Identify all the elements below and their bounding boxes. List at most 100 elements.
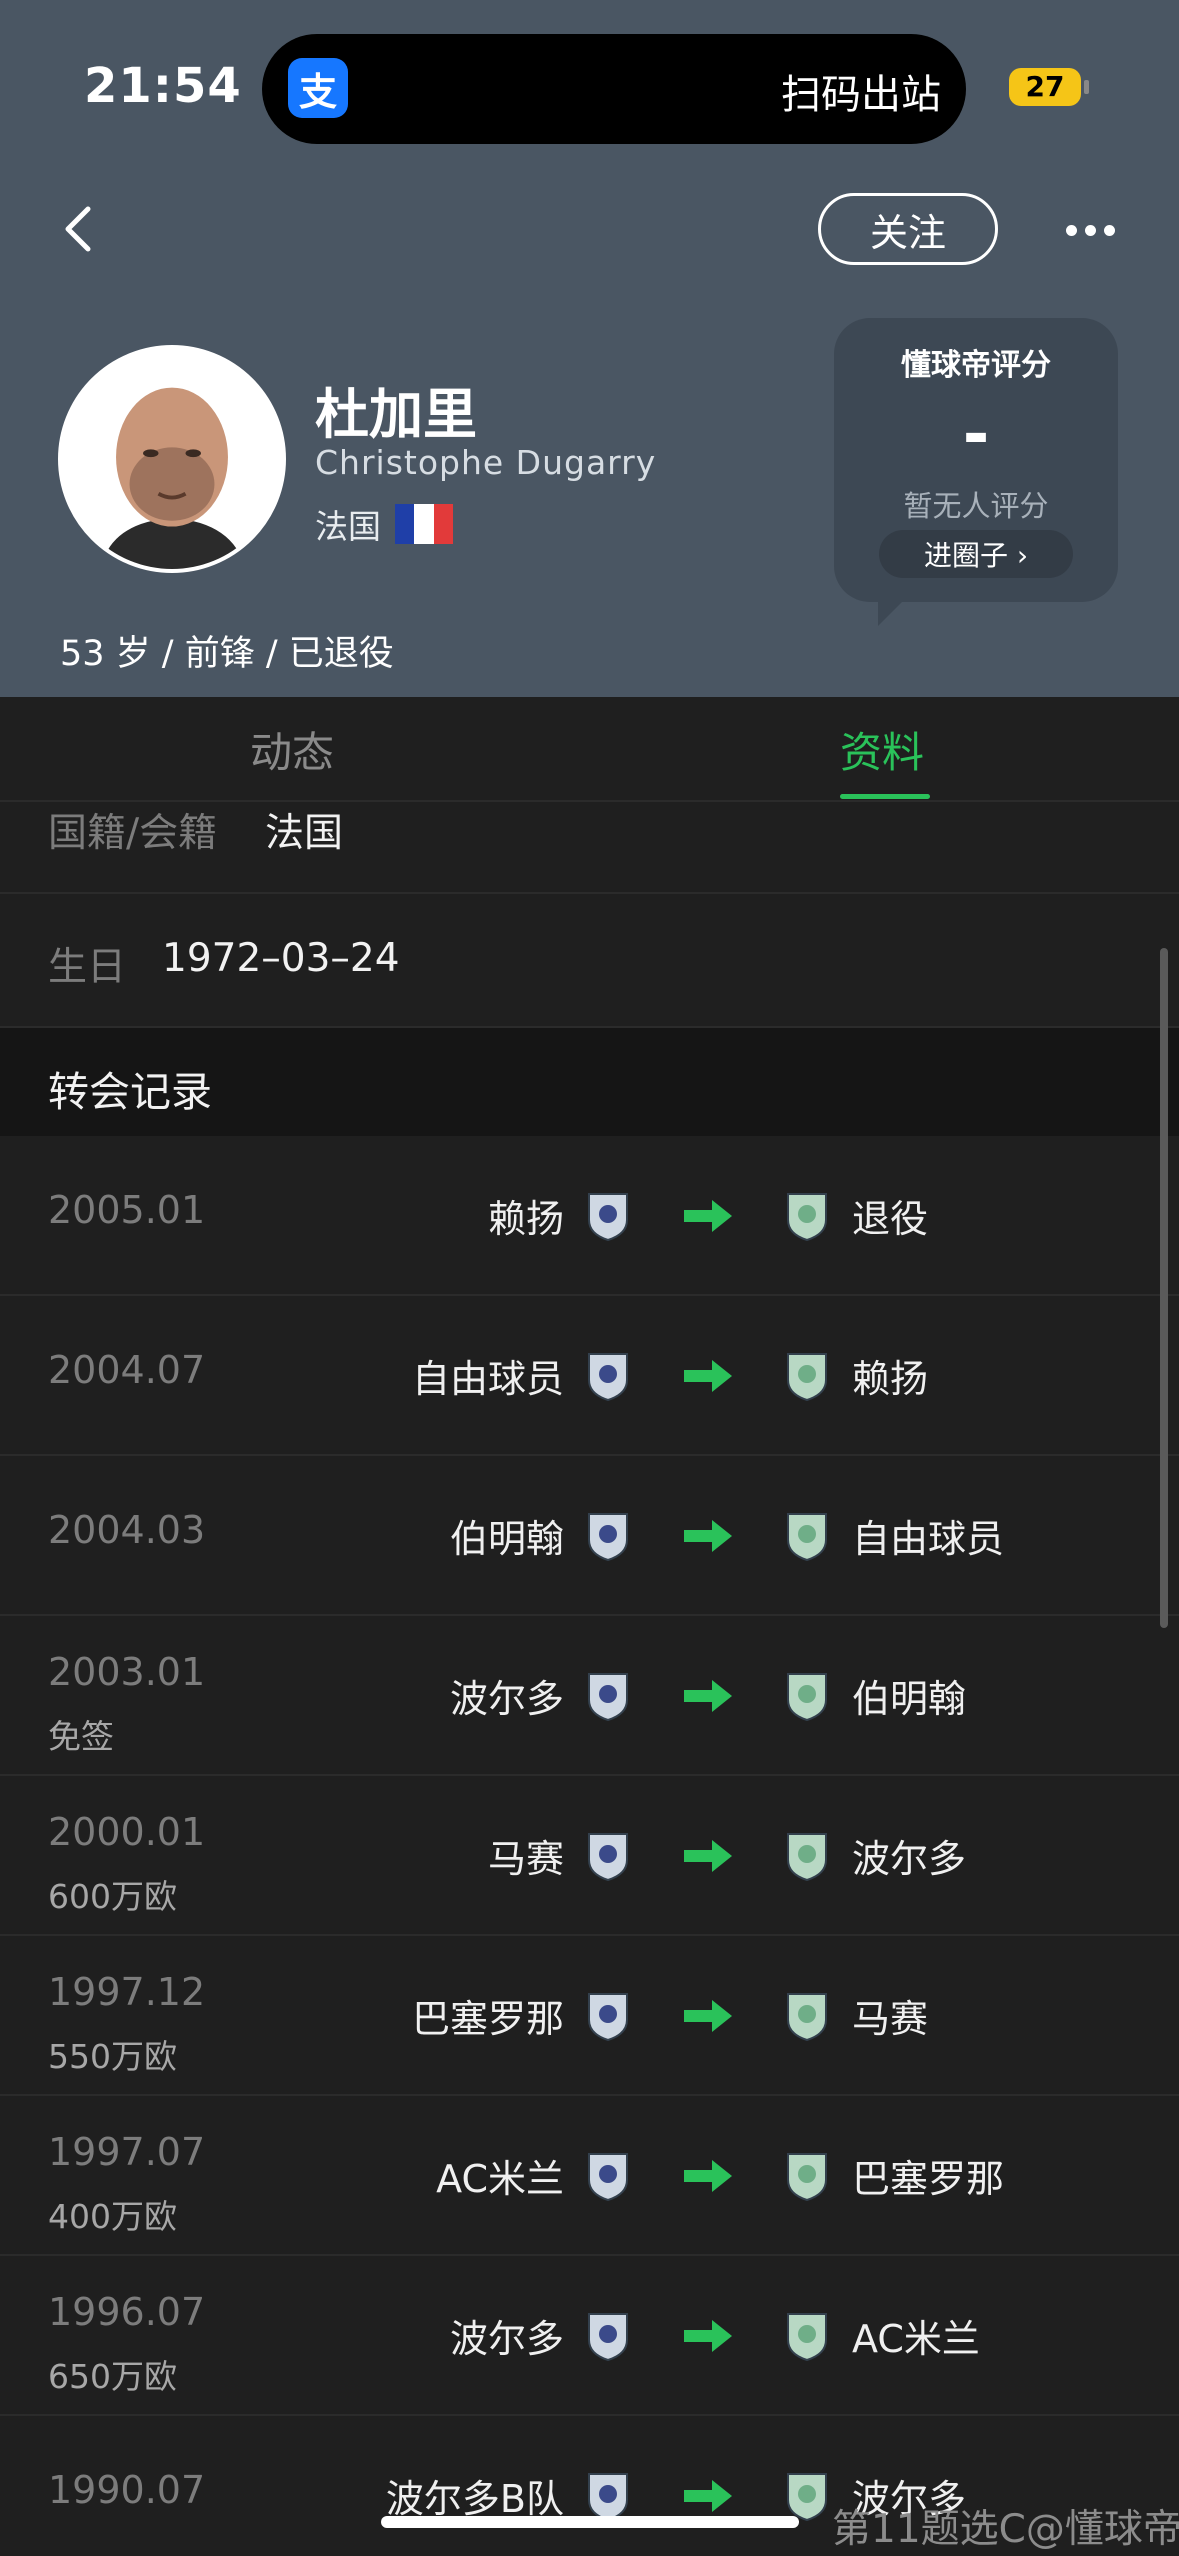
nationality-value: 法国	[265, 811, 344, 856]
player-name-cn: 杜加里	[315, 383, 477, 446]
arrow-right-icon	[684, 2000, 732, 2032]
watermark: 第11题选C@懂球帝	[832, 2507, 1179, 2552]
transfer-date: 2004.07	[48, 1348, 206, 1392]
transfer-section-header: 转会记录	[0, 1028, 1179, 1136]
nav-bar: 关注	[0, 185, 1179, 275]
more-button[interactable]	[1060, 205, 1120, 255]
transfer-from-club: AC米兰	[436, 2157, 564, 2201]
transfer-from-club: 自由球员	[411, 1357, 564, 1401]
club-badge-icon	[787, 1193, 827, 1242]
club-badge-icon	[588, 1833, 628, 1882]
arrow-right-icon	[684, 2160, 732, 2192]
info-row-birthday: 生日 1972–03–24	[0, 894, 1179, 1028]
info-row-nationality: 国籍/会籍 法国	[0, 802, 1179, 894]
transfer-to-club: 马赛	[852, 1997, 929, 2041]
rating-title: 懂球帝评分	[901, 348, 1051, 383]
transfer-to-club: 伯明翰	[852, 1677, 967, 1721]
back-button[interactable]	[50, 199, 110, 259]
status-bar: 21:54 支 扫码出站 27	[0, 0, 1179, 170]
transfer-to-club: 自由球员	[852, 1517, 1005, 1561]
club-badge-icon	[787, 2313, 827, 2362]
scrollbar[interactable]	[1160, 948, 1168, 1628]
transfer-row[interactable]: 2004.07 自由球员 赖扬	[0, 1296, 1179, 1456]
player-photo	[62, 349, 282, 569]
nationality-label: 国籍/会籍	[48, 811, 218, 856]
transfer-from-club: 巴塞罗那	[411, 1997, 564, 2041]
club-badge-icon	[787, 2153, 827, 2202]
arrow-right-icon	[684, 1360, 732, 1392]
follow-button[interactable]: 关注	[818, 193, 998, 265]
transfer-row[interactable]: 2004.03 伯明翰 自由球员	[0, 1456, 1179, 1616]
nationality-text: 法国	[315, 507, 381, 546]
france-flag-icon	[395, 504, 453, 544]
club-badge-icon	[787, 1993, 827, 2042]
player-meta: 53 岁 / 前锋 / 已退役	[60, 634, 394, 674]
arrow-right-icon	[684, 1680, 732, 1712]
player-nationality: 法国	[315, 500, 453, 548]
transfer-from-club: 马赛	[487, 1837, 564, 1881]
transfer-from-club: 波尔多	[449, 2317, 564, 2361]
status-time: 21:54	[84, 58, 242, 114]
transfer-date: 1997.07	[48, 2130, 206, 2174]
club-badge-icon	[787, 2473, 827, 2522]
club-badge-icon	[787, 1673, 827, 1722]
transfer-section-title: 转会记录	[48, 1068, 212, 1116]
transfer-fee: 550万欧	[48, 2037, 177, 2076]
arrow-right-icon	[684, 1200, 732, 1232]
transfer-from-club: 伯明翰	[449, 1517, 564, 1561]
player-avatar[interactable]	[58, 345, 286, 573]
transfer-date: 1990.07	[48, 2468, 206, 2512]
arrow-right-icon	[684, 1840, 732, 1872]
more-icon	[1065, 224, 1077, 236]
rating-card[interactable]: 懂球帝评分 - 暂无人评分 进圈子 ›	[834, 318, 1118, 626]
club-badge-icon	[588, 1993, 628, 2042]
chevron-left-icon	[65, 206, 91, 252]
transfer-fee: 650万欧	[48, 2357, 177, 2396]
transfer-date: 2000.01	[48, 1810, 206, 1854]
transfer-date: 2005.01	[48, 1188, 206, 1232]
transfer-row[interactable]: 2003.01 免签 波尔多 伯明翰	[0, 1616, 1179, 1776]
transfer-date: 2004.03	[48, 1508, 206, 1552]
transfer-to-club: 退役	[852, 1197, 929, 1241]
transfer-row[interactable]: 1997.07 400万欧 AC米兰 巴塞罗那	[0, 2096, 1179, 2256]
home-indicator	[381, 2516, 799, 2528]
transfer-to-club: 赖扬	[852, 1357, 929, 1401]
arrow-right-icon	[684, 1520, 732, 1552]
transfer-row[interactable]: 2000.01 600万欧 马赛 波尔多	[0, 1776, 1179, 1936]
tab-dynamic[interactable]: 动态	[250, 719, 334, 780]
transfer-to-club: AC米兰	[852, 2317, 980, 2361]
transfer-row[interactable]: 1996.07 650万欧 波尔多 AC米兰	[0, 2256, 1179, 2416]
transfer-date: 2003.01	[48, 1650, 206, 1694]
transfer-fee: 免签	[48, 1717, 114, 1756]
transfer-to-club: 波尔多	[852, 1837, 967, 1881]
tab-profile[interactable]: 资料	[840, 719, 924, 780]
club-badge-icon	[588, 1673, 628, 1722]
transfer-date: 1997.12	[48, 1970, 206, 2014]
battery-indicator: 27	[1009, 68, 1089, 106]
player-name-en: Christophe Dugarry	[315, 443, 657, 482]
transfer-row[interactable]: 1997.12 550万欧 巴塞罗那 马赛	[0, 1936, 1179, 2096]
island-scan-text: 扫码出站	[781, 72, 941, 118]
arrow-right-icon	[684, 2480, 732, 2512]
club-badge-icon	[588, 2473, 628, 2522]
rating-subtitle: 暂无人评分	[903, 489, 1049, 523]
rating-value: -	[962, 398, 990, 472]
arrow-right-icon	[684, 2320, 732, 2352]
birthday-label: 生日	[48, 945, 127, 990]
transfer-to-club: 巴塞罗那	[852, 2157, 1005, 2201]
transfer-fee: 600万欧	[48, 1877, 177, 1916]
active-tab-indicator	[840, 794, 930, 799]
club-badge-icon	[588, 1353, 628, 1402]
club-badge-icon	[588, 2313, 628, 2362]
club-badge-icon	[588, 2153, 628, 2202]
transfer-from-club: 波尔多	[449, 1677, 564, 1721]
club-badge-icon	[787, 1833, 827, 1882]
birthday-value: 1972–03–24	[162, 936, 400, 981]
transfer-from-club: 波尔多B队	[385, 2477, 564, 2521]
transfer-date: 1996.07	[48, 2290, 206, 2334]
tab-bar: 动态 资料	[0, 697, 1179, 802]
club-badge-icon	[787, 1513, 827, 1562]
transfer-row[interactable]: 2005.01 赖扬 退役	[0, 1136, 1179, 1296]
join-circle-button[interactable]: 进圈子 ›	[879, 530, 1073, 578]
club-badge-icon	[787, 1353, 827, 1402]
